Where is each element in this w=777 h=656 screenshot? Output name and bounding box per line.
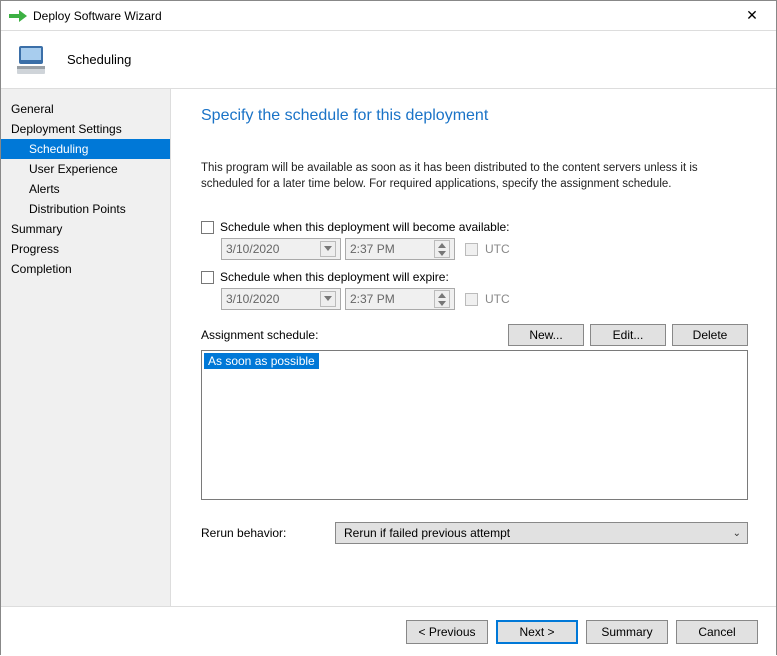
wizard-steps-sidebar: General Deployment Settings Scheduling U…	[1, 89, 171, 606]
title-bar: Deploy Software Wizard ✕	[1, 1, 776, 31]
expire-time-value: 2:37 PM	[350, 292, 395, 306]
available-time-value: 2:37 PM	[350, 242, 395, 256]
schedule-available-checkbox[interactable]	[201, 221, 214, 234]
summary-button[interactable]: Summary	[586, 620, 668, 644]
previous-button[interactable]: < Previous	[406, 620, 488, 644]
available-utc-label: UTC	[485, 242, 510, 256]
sidebar-item-deployment-settings[interactable]: Deployment Settings	[1, 119, 170, 139]
rerun-behavior-label: Rerun behavior:	[201, 526, 321, 540]
schedule-expire-checkbox[interactable]	[201, 271, 214, 284]
wizard-content: Specify the schedule for this deployment…	[171, 89, 776, 606]
wizard-footer: < Previous Next > Summary Cancel	[1, 606, 776, 656]
delete-schedule-button[interactable]: Delete	[672, 324, 748, 346]
sidebar-item-user-experience[interactable]: User Experience	[1, 159, 170, 179]
sidebar-item-distribution-points[interactable]: Distribution Points	[1, 199, 170, 219]
available-date-value: 3/10/2020	[226, 242, 279, 256]
wizard-step-name: Scheduling	[67, 52, 131, 67]
available-time-input: 2:37 PM	[345, 238, 455, 260]
rerun-behavior-value: Rerun if failed previous attempt	[344, 526, 510, 540]
rerun-behavior-select[interactable]: Rerun if failed previous attempt ⌄	[335, 522, 748, 544]
page-title: Specify the schedule for this deployment	[201, 107, 748, 125]
sidebar-item-alerts[interactable]: Alerts	[1, 179, 170, 199]
sidebar-item-progress[interactable]: Progress	[1, 239, 170, 259]
expire-date-input: 3/10/2020	[221, 288, 341, 310]
schedule-available-label: Schedule when this deployment will becom…	[220, 220, 510, 234]
intro-text: This program will be available as soon a…	[201, 161, 748, 192]
calendar-dropdown-icon	[320, 241, 336, 257]
expire-date-value: 3/10/2020	[226, 292, 279, 306]
available-date-input: 3/10/2020	[221, 238, 341, 260]
sidebar-item-scheduling[interactable]: Scheduling	[1, 139, 170, 159]
wizard-arrow-icon	[9, 9, 27, 23]
edit-schedule-button[interactable]: Edit...	[590, 324, 666, 346]
available-utc-checkbox	[465, 243, 478, 256]
new-schedule-button[interactable]: New...	[508, 324, 584, 346]
assignment-schedule-listbox[interactable]: As soon as possible	[201, 350, 748, 500]
assignment-schedule-label: Assignment schedule:	[201, 328, 318, 342]
schedule-expire-label: Schedule when this deployment will expir…	[220, 270, 449, 284]
next-button[interactable]: Next >	[496, 620, 578, 644]
expire-time-input: 2:37 PM	[345, 288, 455, 310]
window-title: Deploy Software Wizard	[33, 9, 732, 23]
chevron-down-icon: ⌄	[733, 528, 741, 539]
time-spinner-icon	[434, 290, 450, 308]
sidebar-item-summary[interactable]: Summary	[1, 219, 170, 239]
expire-utc-label: UTC	[485, 292, 510, 306]
cancel-button[interactable]: Cancel	[676, 620, 758, 644]
wizard-header: Scheduling	[1, 31, 776, 89]
expire-utc-checkbox	[465, 293, 478, 306]
list-item[interactable]: As soon as possible	[204, 353, 319, 369]
computer-icon	[13, 40, 53, 80]
close-button[interactable]: ✕	[732, 2, 772, 30]
sidebar-item-general[interactable]: General	[1, 99, 170, 119]
calendar-dropdown-icon	[320, 291, 336, 307]
sidebar-item-completion[interactable]: Completion	[1, 259, 170, 279]
time-spinner-icon	[434, 240, 450, 258]
